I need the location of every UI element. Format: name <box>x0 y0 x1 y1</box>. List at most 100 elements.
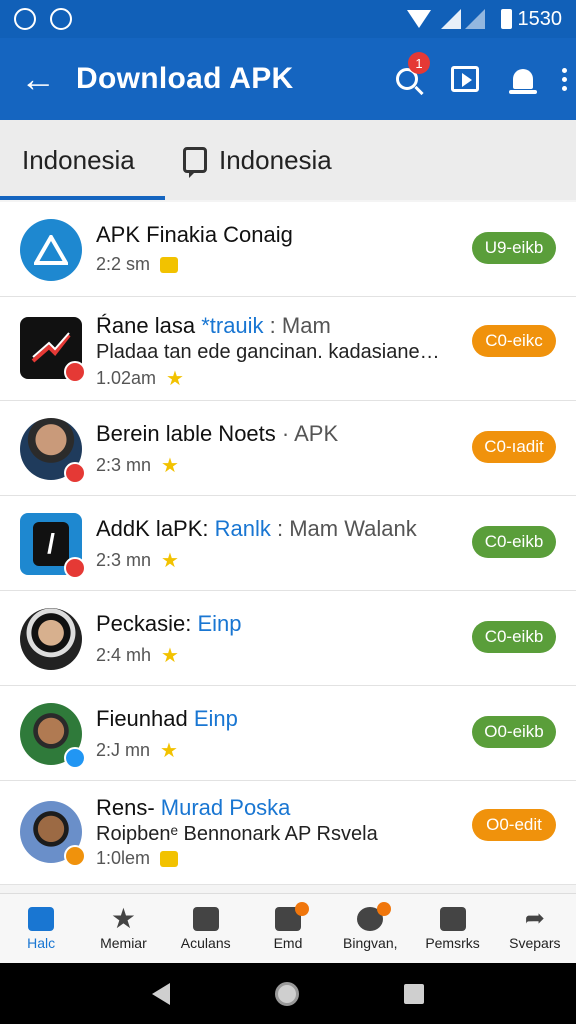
item-tag: Einp <box>197 611 242 636</box>
nav-inbox[interactable]: Pemsrks <box>411 894 493 963</box>
heart-icon <box>64 845 86 867</box>
inbox-icon <box>439 906 466 931</box>
item-title: APK Finakia Conaig <box>96 222 293 247</box>
more-vert-icon <box>561 67 567 91</box>
page-title: Download APK <box>76 62 294 95</box>
notification-badge: 1 <box>408 52 430 74</box>
download-button[interactable]: O0-eikb <box>472 716 556 748</box>
item-time: 2:J mn <box>96 740 151 760</box>
info-icon <box>64 747 86 769</box>
download-button[interactable]: C0-eikb <box>472 526 556 558</box>
badge-icon <box>160 850 179 867</box>
heart-icon <box>64 361 86 383</box>
tab-label: Indonesia <box>22 144 135 175</box>
item-tag: *trauik <box>201 313 264 338</box>
tab-bar: Indonesia Indonesia <box>0 120 576 200</box>
item-time: 2:4 mh <box>96 645 152 665</box>
search-button[interactable]: 1 <box>378 38 436 120</box>
system-home-icon[interactable] <box>274 981 299 1006</box>
nav-label: Aculans <box>180 934 231 951</box>
download-button[interactable]: C0-eikb <box>472 621 556 653</box>
notification-dot <box>295 902 310 916</box>
item-sub: : Mam Walank <box>270 516 417 541</box>
list-item[interactable]: Peckasie: Einp 2:4 mh ★ C0-eikb <box>0 591 576 686</box>
sync-status-icon <box>50 8 72 30</box>
badge-icon <box>160 256 179 273</box>
list-item[interactable]: Fieunhad Einp 2:J mn ★ O0-eikb <box>0 686 576 781</box>
nav-chat[interactable]: Bingvan, <box>329 894 411 963</box>
list-icon <box>192 906 219 931</box>
download-button[interactable]: C0-ıadit <box>472 431 556 463</box>
system-back-icon[interactable] <box>152 982 171 1005</box>
item-time: 1:0lem <box>96 848 151 868</box>
system-recents-icon[interactable] <box>403 983 424 1004</box>
nav-favorites[interactable]: ★ Memiar <box>82 894 164 963</box>
star-icon: ★ <box>161 550 179 572</box>
tab-indonesia-1[interactable]: Indonesia <box>0 120 165 200</box>
item-description: Roipbenᵉ Bennonark AP Rsvela <box>96 823 378 845</box>
status-bar: 1530 <box>0 0 576 38</box>
nav-home[interactable]: Halc <box>0 894 82 963</box>
status-time: 1530 <box>517 7 563 30</box>
back-arrow-icon[interactable]: ← <box>0 61 76 97</box>
nav-list[interactable]: Aculans <box>165 894 247 963</box>
nav-share[interactable]: ➦ Svepars <box>494 894 576 963</box>
tab-label: Indonesia <box>219 144 332 175</box>
download-button[interactable]: U9-eikb <box>472 232 556 264</box>
list-item[interactable]: Rens- Murad Poska Roipbenᵉ Bennonark AP … <box>0 781 576 885</box>
notifications-button[interactable] <box>494 38 552 120</box>
signal-icon <box>440 9 461 29</box>
system-navigation-bar <box>0 963 576 1024</box>
play-button[interactable] <box>436 38 494 120</box>
avatar <box>20 608 82 670</box>
item-description: Pladaa tan ede gancinan. kadasiane… <box>96 341 440 363</box>
share-icon: ➦ <box>524 904 545 932</box>
app-logo <box>20 317 86 383</box>
avatar <box>20 801 86 867</box>
item-title: Berein lable Noets <box>96 421 276 446</box>
item-time: 2:3 mn <box>96 550 152 570</box>
nav-label: Pemsrks <box>425 934 480 951</box>
item-title: Rens- <box>96 795 161 820</box>
heart-icon <box>64 557 86 579</box>
avatar <box>20 418 86 484</box>
item-tag: Murad Poska <box>160 795 291 820</box>
nav-label: Memiar <box>100 934 147 951</box>
app-bar: ← Download APK 1 <box>0 38 576 120</box>
list-item[interactable]: APK Finakia Conaig 2:2 sm U9-eikb <box>0 202 576 297</box>
home-icon <box>28 906 55 931</box>
nav-messages[interactable]: Emd <box>247 894 329 963</box>
avatar <box>20 703 86 769</box>
app-logo: / <box>20 513 86 579</box>
nav-label: Halc <box>27 934 56 951</box>
item-sub: : Mam <box>263 313 331 338</box>
heart-icon <box>64 462 86 484</box>
more-button[interactable] <box>552 38 576 120</box>
item-title: Fieunhad <box>96 706 194 731</box>
item-title: AddK laPK: <box>96 516 215 541</box>
signal-icon-2 <box>464 9 485 29</box>
item-time: 2:3 mn <box>96 455 152 475</box>
notification-dot <box>377 902 392 916</box>
tab-indonesia-2[interactable]: Indonesia <box>165 120 332 200</box>
list-item[interactable]: / AddK laPK: Ranlk : Mam Walank 2:3 mn ★ … <box>0 496 576 591</box>
nav-label: Svepars <box>509 934 561 951</box>
star-icon: ★ <box>166 368 184 390</box>
item-title: Ŕane lasa <box>96 313 202 338</box>
item-title: Peckasie: <box>96 611 198 636</box>
item-time: 2:2 sm <box>96 254 151 274</box>
download-button[interactable]: C0-eikc <box>472 325 556 357</box>
nav-label: Bingvan, <box>343 934 398 951</box>
item-sub: · APK <box>275 421 339 446</box>
battery-icon <box>500 9 512 29</box>
nav-label: Emd <box>273 934 303 951</box>
item-tag: Einp <box>193 706 238 731</box>
item-time: 1.02am <box>96 368 157 388</box>
app-list: APK Finakia Conaig 2:2 sm U9-eikb Ŕane l… <box>0 202 576 885</box>
list-item[interactable]: Ŕane lasa *trauik : Mam Pladaa tan ede g… <box>0 297 576 401</box>
list-item[interactable]: Berein lable Noets · APK 2:3 mn ★ C0-ıadi… <box>0 401 576 496</box>
download-button[interactable]: O0-edit <box>472 809 556 841</box>
bell-icon <box>509 69 537 94</box>
play-icon <box>451 66 479 92</box>
wifi-icon <box>406 10 431 28</box>
